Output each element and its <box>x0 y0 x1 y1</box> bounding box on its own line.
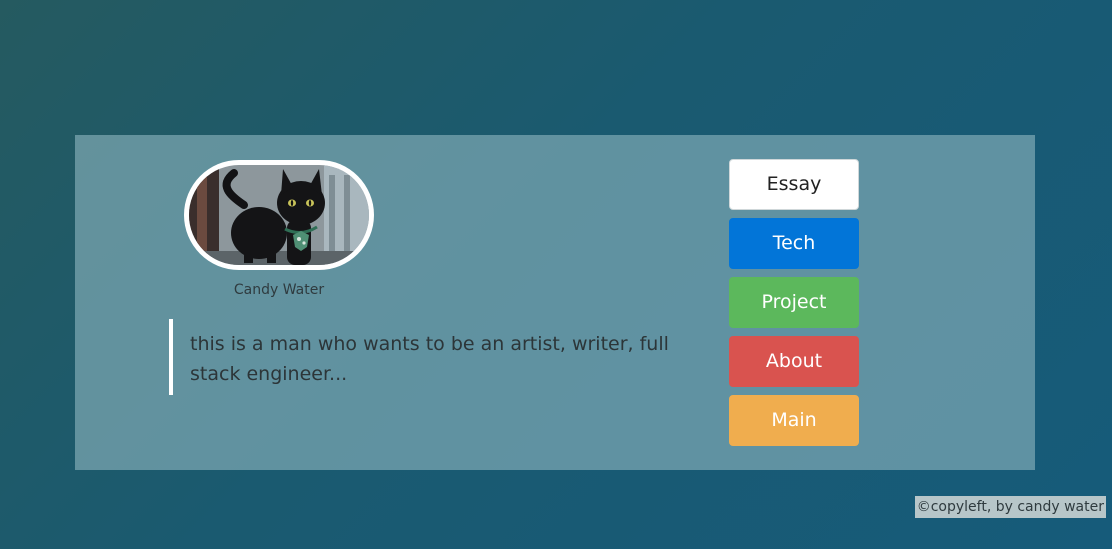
main-button[interactable]: Main <box>729 395 859 446</box>
avatar <box>184 160 374 270</box>
tech-button[interactable]: Tech <box>729 218 859 269</box>
project-button[interactable]: Project <box>729 277 859 328</box>
essay-button[interactable]: Essay <box>729 159 859 210</box>
avatar-image <box>189 165 369 265</box>
author-name: Candy Water <box>233 282 325 298</box>
bio-quote: this is a man who wants to be an artist,… <box>169 319 679 395</box>
footer-copyleft: ©copyleft, by candy water <box>914 496 1106 518</box>
about-button[interactable]: About <box>729 336 859 387</box>
